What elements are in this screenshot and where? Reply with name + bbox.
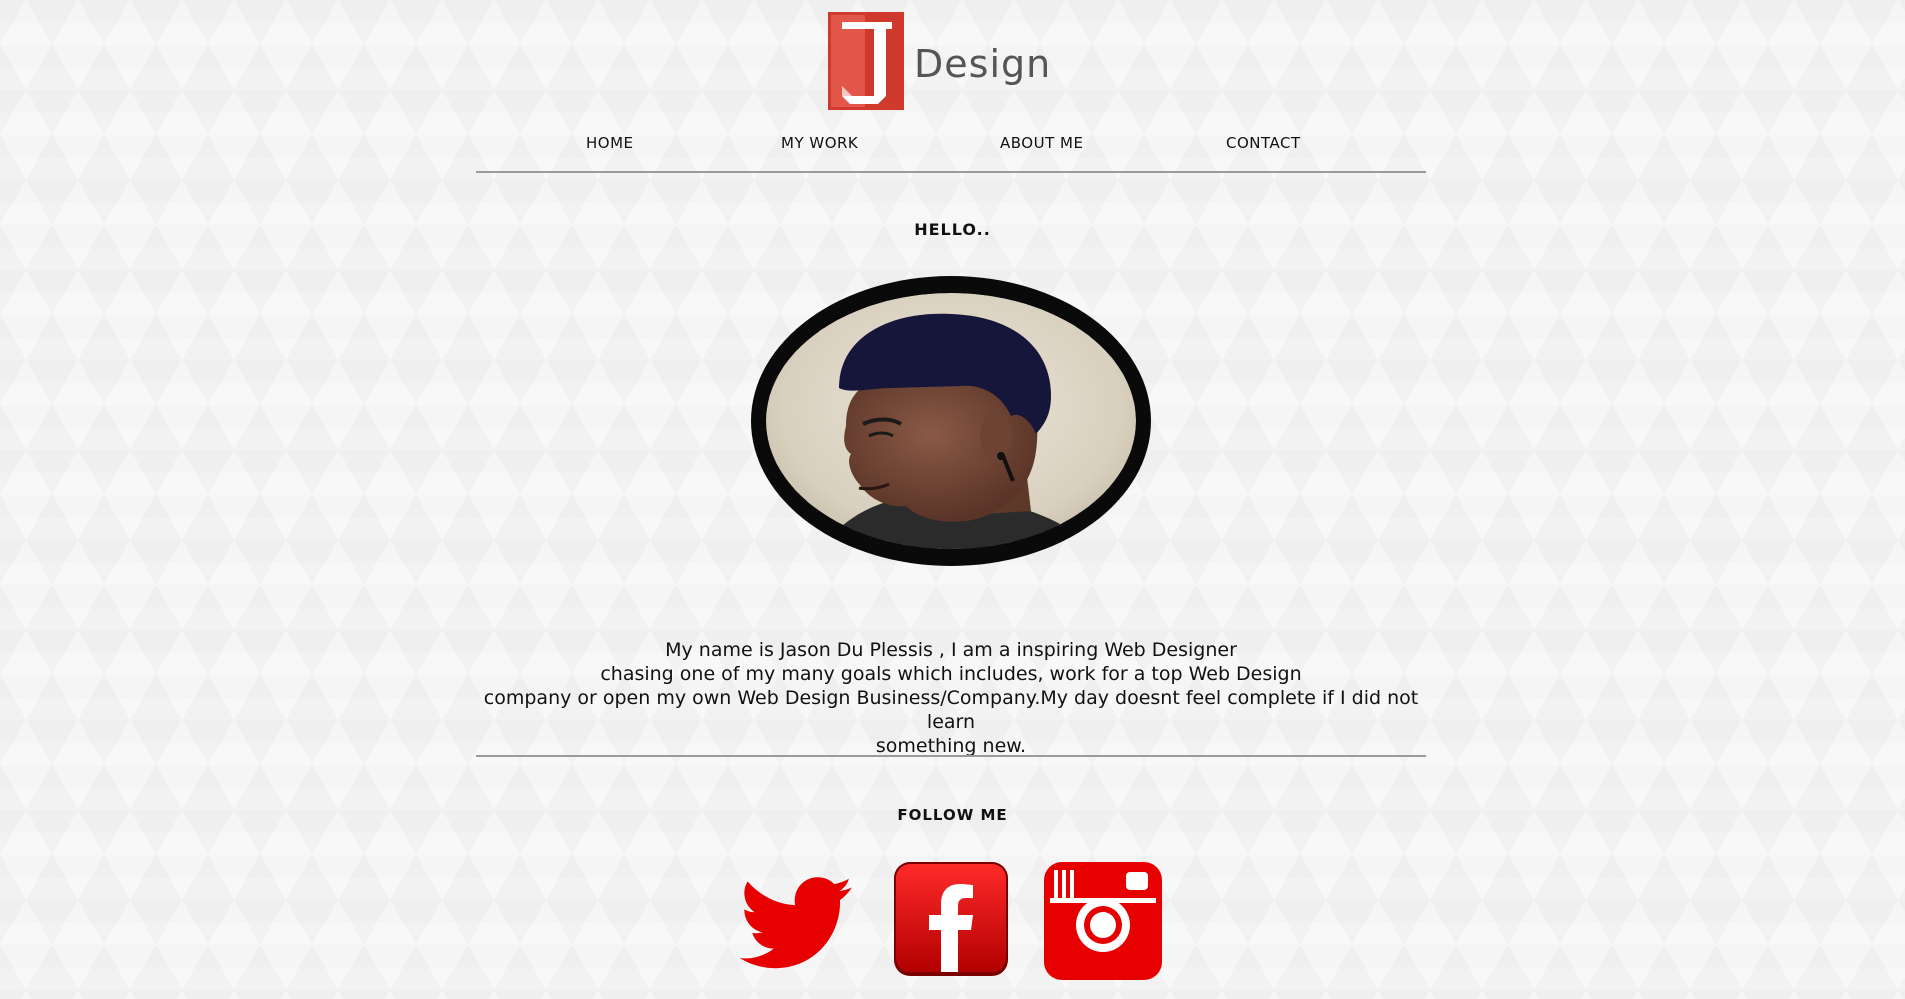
nav-about-me-link[interactable]: ABOUT ME <box>1000 134 1083 152</box>
follow-heading: FOLLOW ME <box>897 806 1008 824</box>
logo-j-mark <box>828 12 904 110</box>
twitter-icon[interactable] <box>738 866 858 978</box>
instagram-icon[interactable] <box>1042 860 1164 982</box>
bio-line-3: company or open my own Web Design Busine… <box>483 687 1419 733</box>
nav-contact-link[interactable]: CONTACT <box>1226 134 1301 152</box>
profile-photo <box>751 276 1151 566</box>
nav-my-work-link[interactable]: MY WORK <box>781 134 858 152</box>
nav-home-link[interactable]: HOME <box>586 134 634 152</box>
logo-text: Design <box>914 42 1052 86</box>
bio-text: My name is Jason Du Plessis , I am a ins… <box>476 638 1426 758</box>
facebook-icon[interactable] <box>892 860 1010 978</box>
site-logo[interactable]: Design <box>828 12 1051 110</box>
greeting-heading: HELLO.. <box>914 220 991 239</box>
main-nav: HOME MY WORK ABOUT ME CONTACT <box>476 134 1426 158</box>
bio-line-2: chasing one of my many goals which inclu… <box>600 663 1302 685</box>
content-divider <box>476 755 1426 757</box>
header-divider <box>476 171 1426 173</box>
bio-line-1: My name is Jason Du Plessis , I am a ins… <box>665 639 1237 661</box>
